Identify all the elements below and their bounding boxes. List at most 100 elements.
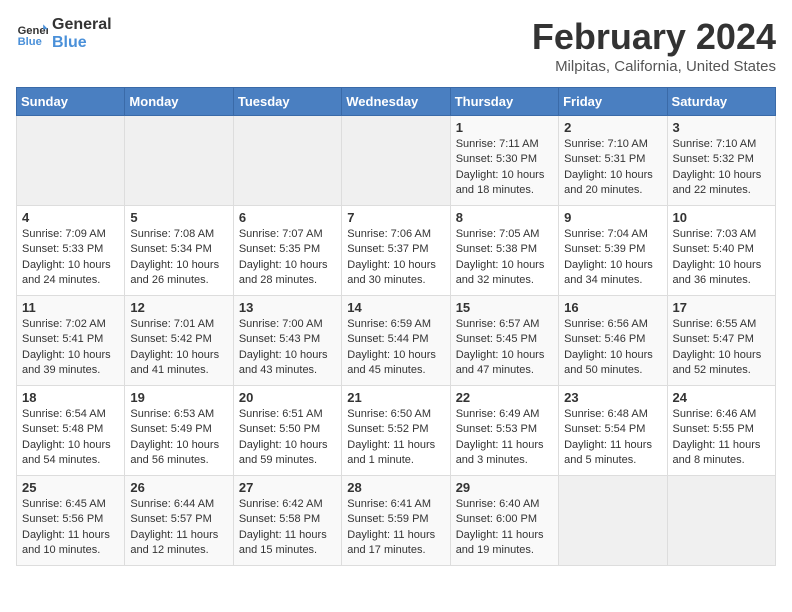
day-info: Sunrise: 7:10 AM Sunset: 5:32 PM Dayligh… xyxy=(673,137,770,199)
day-number: 28 xyxy=(347,480,444,495)
day-number: 1 xyxy=(456,120,553,135)
calendar-cell: 24Sunrise: 6:46 AM Sunset: 5:55 PM Dayli… xyxy=(667,386,775,476)
day-info: Sunrise: 6:57 AM Sunset: 5:45 PM Dayligh… xyxy=(456,317,553,379)
calendar-cell xyxy=(17,116,125,206)
calendar-cell: 18 Sunrise: 6:54 AM Sunset: 5:48 PM Dayli… xyxy=(17,386,125,476)
calendar-cell: 12 Sunrise: 7:01 AM Sunset: 5:42 PM Dayli… xyxy=(125,296,233,386)
day-number: 19 xyxy=(130,390,227,405)
day-info: Sunrise: 6:48 AM Sunset: 5:54 PM Dayligh… xyxy=(564,407,661,469)
week-row-2: 4Sunrise: 7:09 AM Sunset: 5:33 PM Daylig… xyxy=(17,206,776,296)
day-info: Sunrise: 6:40 AM Sunset: 6:00 PM Dayligh… xyxy=(456,497,553,559)
calendar-cell: 2Sunrise: 7:10 AM Sunset: 5:31 PM Daylig… xyxy=(559,116,667,206)
day-info: Sunrise: 7:05 AM Sunset: 5:38 PM Dayligh… xyxy=(456,227,553,289)
day-number: 8 xyxy=(456,210,553,225)
day-number: 7 xyxy=(347,210,444,225)
header: General Blue General Blue February 2024 … xyxy=(16,16,776,75)
logo-icon: General Blue xyxy=(16,18,48,50)
day-number: 14 xyxy=(347,300,444,315)
day-number: 5 xyxy=(130,210,227,225)
logo-general: General xyxy=(52,16,112,34)
main-title: February 2024 xyxy=(532,16,776,58)
calendar-cell: 21 Sunrise: 6:50 AM Sunset: 5:52 PM Dayli… xyxy=(342,386,450,476)
day-info: Sunrise: 6:54 AM Sunset: 5:48 PM Dayligh… xyxy=(22,407,119,469)
day-number: 13 xyxy=(239,300,336,315)
calendar-cell: 17Sunrise: 6:55 AM Sunset: 5:47 PM Dayli… xyxy=(667,296,775,386)
calendar-cell: 8 Sunrise: 7:05 AM Sunset: 5:38 PM Daylig… xyxy=(450,206,558,296)
calendar-cell: 6 Sunrise: 7:07 AM Sunset: 5:35 PM Daylig… xyxy=(233,206,341,296)
day-info: Sunrise: 7:07 AM Sunset: 5:35 PM Dayligh… xyxy=(239,227,336,289)
day-info: Sunrise: 7:04 AM Sunset: 5:39 PM Dayligh… xyxy=(564,227,661,289)
week-row-3: 11 Sunrise: 7:02 AM Sunset: 5:41 PM Dayli… xyxy=(17,296,776,386)
day-number: 11 xyxy=(22,300,119,315)
day-number: 26 xyxy=(130,480,227,495)
calendar-cell: 28 Sunrise: 6:41 AM Sunset: 5:59 PM Dayli… xyxy=(342,476,450,566)
calendar-cell: 23 Sunrise: 6:48 AM Sunset: 5:54 PM Dayli… xyxy=(559,386,667,476)
calendar-cell xyxy=(667,476,775,566)
day-number: 15 xyxy=(456,300,553,315)
calendar-cell: 14Sunrise: 6:59 AM Sunset: 5:44 PM Dayli… xyxy=(342,296,450,386)
calendar-cell: 15 Sunrise: 6:57 AM Sunset: 5:45 PM Dayli… xyxy=(450,296,558,386)
calendar-cell: 4Sunrise: 7:09 AM Sunset: 5:33 PM Daylig… xyxy=(17,206,125,296)
calendar-cell xyxy=(559,476,667,566)
week-row-5: 25 Sunrise: 6:45 AM Sunset: 5:56 PM Dayli… xyxy=(17,476,776,566)
day-info: Sunrise: 6:49 AM Sunset: 5:53 PM Dayligh… xyxy=(456,407,553,469)
calendar-cell: 22 Sunrise: 6:49 AM Sunset: 5:53 PM Dayli… xyxy=(450,386,558,476)
day-number: 22 xyxy=(456,390,553,405)
title-block: February 2024 Milpitas, California, Unit… xyxy=(532,16,776,75)
weekday-header-tuesday: Tuesday xyxy=(233,88,341,116)
weekday-header-thursday: Thursday xyxy=(450,88,558,116)
calendar-cell xyxy=(342,116,450,206)
logo: General Blue General Blue xyxy=(16,16,112,51)
calendar-cell: 16Sunrise: 6:56 AM Sunset: 5:46 PM Dayli… xyxy=(559,296,667,386)
day-number: 9 xyxy=(564,210,661,225)
calendar-cell xyxy=(125,116,233,206)
day-number: 18 xyxy=(22,390,119,405)
day-info: Sunrise: 7:02 AM Sunset: 5:41 PM Dayligh… xyxy=(22,317,119,379)
day-number: 12 xyxy=(130,300,227,315)
calendar-cell: 20Sunrise: 6:51 AM Sunset: 5:50 PM Dayli… xyxy=(233,386,341,476)
day-info: Sunrise: 6:41 AM Sunset: 5:59 PM Dayligh… xyxy=(347,497,444,559)
calendar-cell: 29 Sunrise: 6:40 AM Sunset: 6:00 PM Dayli… xyxy=(450,476,558,566)
day-number: 23 xyxy=(564,390,661,405)
day-number: 6 xyxy=(239,210,336,225)
day-number: 3 xyxy=(673,120,770,135)
calendar-cell: 3 Sunrise: 7:10 AM Sunset: 5:32 PM Daylig… xyxy=(667,116,775,206)
day-info: Sunrise: 7:06 AM Sunset: 5:37 PM Dayligh… xyxy=(347,227,444,289)
day-info: Sunrise: 7:01 AM Sunset: 5:42 PM Dayligh… xyxy=(130,317,227,379)
weekday-header-monday: Monday xyxy=(125,88,233,116)
calendar-cell: 7 Sunrise: 7:06 AM Sunset: 5:37 PM Daylig… xyxy=(342,206,450,296)
day-info: Sunrise: 7:08 AM Sunset: 5:34 PM Dayligh… xyxy=(130,227,227,289)
calendar-cell: 9 Sunrise: 7:04 AM Sunset: 5:39 PM Daylig… xyxy=(559,206,667,296)
day-info: Sunrise: 6:56 AM Sunset: 5:46 PM Dayligh… xyxy=(564,317,661,379)
day-info: Sunrise: 6:53 AM Sunset: 5:49 PM Dayligh… xyxy=(130,407,227,469)
weekday-header-sunday: Sunday xyxy=(17,88,125,116)
day-info: Sunrise: 6:42 AM Sunset: 5:58 PM Dayligh… xyxy=(239,497,336,559)
day-number: 27 xyxy=(239,480,336,495)
calendar-cell: 1Sunrise: 7:11 AM Sunset: 5:30 PM Daylig… xyxy=(450,116,558,206)
subtitle: Milpitas, California, United States xyxy=(532,58,776,75)
day-number: 20 xyxy=(239,390,336,405)
day-number: 29 xyxy=(456,480,553,495)
weekday-header-row: SundayMondayTuesdayWednesdayThursdayFrid… xyxy=(17,88,776,116)
day-number: 2 xyxy=(564,120,661,135)
calendar-cell: 27 Sunrise: 6:42 AM Sunset: 5:58 PM Dayli… xyxy=(233,476,341,566)
day-number: 17 xyxy=(673,300,770,315)
calendar-cell: 26Sunrise: 6:44 AM Sunset: 5:57 PM Dayli… xyxy=(125,476,233,566)
calendar-cell: 5 Sunrise: 7:08 AM Sunset: 5:34 PM Daylig… xyxy=(125,206,233,296)
calendar-cell: 11 Sunrise: 7:02 AM Sunset: 5:41 PM Dayli… xyxy=(17,296,125,386)
day-number: 25 xyxy=(22,480,119,495)
day-info: Sunrise: 7:00 AM Sunset: 5:43 PM Dayligh… xyxy=(239,317,336,379)
day-number: 21 xyxy=(347,390,444,405)
day-info: Sunrise: 6:46 AM Sunset: 5:55 PM Dayligh… xyxy=(673,407,770,469)
weekday-header-saturday: Saturday xyxy=(667,88,775,116)
weekday-header-wednesday: Wednesday xyxy=(342,88,450,116)
day-info: Sunrise: 7:03 AM Sunset: 5:40 PM Dayligh… xyxy=(673,227,770,289)
svg-text:Blue: Blue xyxy=(18,36,42,48)
logo-blue: Blue xyxy=(52,34,112,52)
day-number: 4 xyxy=(22,210,119,225)
day-number: 10 xyxy=(673,210,770,225)
calendar-cell: 25 Sunrise: 6:45 AM Sunset: 5:56 PM Dayli… xyxy=(17,476,125,566)
day-info: Sunrise: 6:50 AM Sunset: 5:52 PM Dayligh… xyxy=(347,407,444,469)
day-info: Sunrise: 6:45 AM Sunset: 5:56 PM Dayligh… xyxy=(22,497,119,559)
week-row-4: 18 Sunrise: 6:54 AM Sunset: 5:48 PM Dayli… xyxy=(17,386,776,476)
